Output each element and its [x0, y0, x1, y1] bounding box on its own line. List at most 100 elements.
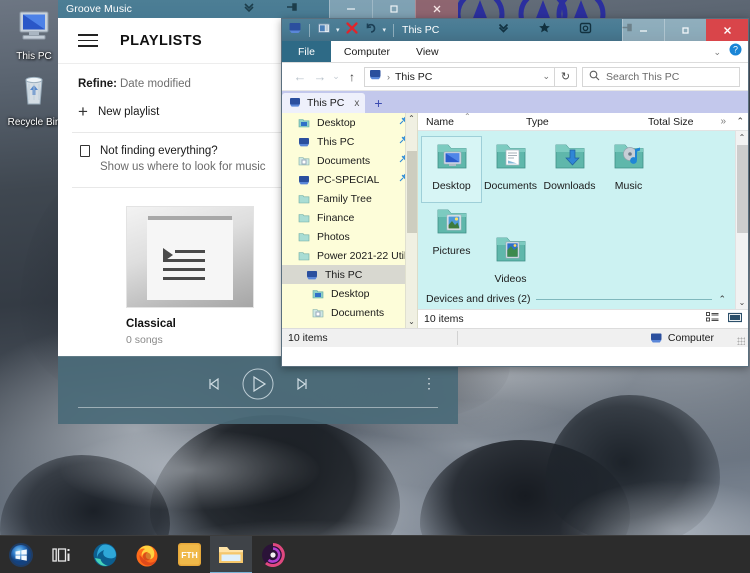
tree-item-photos[interactable]: Photos [282, 227, 417, 246]
file-item-videos[interactable]: Videos [481, 230, 540, 295]
delete-icon[interactable] [345, 21, 359, 40]
scroll-down-icon[interactable]: ⌄ [406, 316, 417, 328]
file-list[interactable]: Desktop Documents Downloads Music Pictur… [418, 131, 748, 309]
file-list-scrollbar[interactable]: ⌃ ⌄ [735, 131, 748, 309]
groove-titlebar[interactable]: Groove Music [58, 0, 458, 18]
firefox-icon [136, 545, 158, 566]
group-header-label: Devices and drives (2) [426, 293, 531, 305]
inner-status-bar: 10 items [418, 309, 748, 328]
back-arrow-icon[interactable]: ← [290, 69, 310, 84]
collapse-ribbon-icon[interactable] [497, 21, 510, 39]
refresh-button[interactable]: ↻ [555, 66, 577, 87]
file-item-pictures[interactable]: Pictures [422, 202, 481, 295]
file-item-downloads[interactable]: Downloads [540, 137, 599, 202]
groove-close-button[interactable] [415, 0, 458, 18]
scrollbar-thumb[interactable] [737, 145, 748, 233]
tree-item-desktop-child[interactable]: Desktop [282, 284, 417, 303]
previous-icon[interactable] [205, 375, 223, 398]
ribbon-tab-file[interactable]: File [282, 41, 331, 62]
desktop-icon-this-pc[interactable]: This PC [2, 8, 66, 62]
column-header-type[interactable]: Type [518, 116, 640, 128]
tree-item-documents[interactable]: Documents [282, 151, 417, 170]
search-input[interactable]: Search This PC [582, 66, 740, 87]
documents-icon [312, 308, 324, 317]
explorer-titlebar[interactable]: ▾ ▾ This PC [282, 19, 748, 41]
tree-item-this-pc[interactable]: This PC [282, 132, 417, 151]
help-icon[interactable]: ? [729, 43, 742, 61]
history-icon[interactable] [579, 21, 592, 39]
chevron-down-icon[interactable]: ▾ [336, 26, 340, 34]
scroll-up-icon[interactable]: ⌃ [736, 131, 748, 144]
next-icon[interactable] [293, 375, 311, 398]
tab-this-pc[interactable]: This PC x [282, 93, 366, 113]
pin-icon[interactable] [285, 0, 297, 18]
undo-icon[interactable] [364, 21, 378, 40]
favorites-icon[interactable] [538, 21, 551, 39]
play-icon[interactable] [241, 367, 275, 406]
tree-item-this-pc-selected[interactable]: This PC [282, 265, 417, 284]
resize-grip[interactable] [737, 337, 745, 345]
tree-item-finance[interactable]: Finance [282, 208, 417, 227]
collapse-group-icon[interactable]: ⌃ [718, 294, 726, 305]
group-header-devices-and-drives[interactable]: Devices and drives (2) ⌃ [426, 293, 726, 305]
tree-item-family-tree[interactable]: Family Tree [282, 189, 417, 208]
start-button[interactable] [0, 536, 42, 573]
ribbon-tab-computer[interactable]: Computer [331, 41, 403, 62]
task-view-button[interactable] [42, 536, 84, 573]
new-tab-button[interactable]: + [365, 93, 391, 113]
scrollbar-thumb[interactable] [407, 151, 417, 233]
file-item-documents[interactable]: Documents [481, 137, 540, 202]
scroll-up-icon[interactable]: ⌃ [406, 113, 417, 125]
up-arrow-icon[interactable]: ↑ [342, 70, 362, 84]
breadcrumb-separator: › [387, 71, 390, 82]
groove-maximize-button[interactable] [372, 0, 415, 18]
details-view-icon[interactable] [706, 312, 719, 326]
column-header-total-size[interactable]: Total Size [640, 116, 748, 128]
column-overflow-icon[interactable]: » [720, 116, 726, 127]
chevron-down-icon[interactable]: ⌄ [713, 47, 721, 58]
status-divider [457, 331, 458, 345]
tab-close-icon[interactable]: x [354, 98, 359, 109]
chevron-down-icon[interactable]: ⌄ [542, 71, 550, 82]
fth-button[interactable]: FTH [168, 536, 210, 573]
column-header-name[interactable]: Name ⌃ [418, 112, 518, 128]
breadcrumb-this-pc[interactable]: This PC [395, 71, 432, 83]
this-pc-icon [299, 175, 309, 184]
playlist-tile[interactable] [126, 206, 254, 308]
scroll-up-icon[interactable]: ⌃ [736, 116, 744, 127]
properties-icon[interactable] [317, 21, 331, 40]
explorer-minimize-button[interactable] [622, 19, 664, 41]
edge-button[interactable] [84, 536, 126, 573]
explorer-close-button[interactable] [706, 19, 748, 41]
desktop-icon-recycle-bin[interactable]: Recycle Bin [2, 70, 66, 128]
refine-value[interactable]: Date modified [120, 78, 191, 90]
explorer-maximize-button[interactable] [664, 19, 706, 41]
this-pc-icon [299, 137, 309, 146]
file-name: Downloads [543, 180, 596, 192]
tree-item-power-utilities[interactable]: Power 2021-22 Utili [282, 246, 417, 265]
customize-icon[interactable]: ▾ [383, 26, 387, 34]
firefox-button[interactable] [126, 536, 168, 573]
file-explorer-button[interactable] [210, 535, 252, 573]
tree-item-desktop[interactable]: Desktop [282, 113, 417, 132]
seek-bar[interactable] [78, 407, 438, 408]
file-item-desktop[interactable]: Desktop [421, 136, 482, 203]
hamburger-icon[interactable] [78, 33, 98, 48]
scroll-down-icon[interactable]: ⌄ [736, 296, 748, 309]
groove-minimize-button[interactable] [329, 0, 372, 18]
groove-music-button[interactable] [252, 536, 294, 573]
collapse-icon[interactable] [243, 0, 255, 18]
forward-arrow-icon[interactable]: → [310, 69, 330, 84]
ribbon-tab-view[interactable]: View [403, 41, 452, 62]
large-icons-view-icon[interactable] [727, 312, 743, 326]
navigation-pane-scrollbar[interactable]: ⌃ ⌄ [405, 113, 417, 328]
taskbar: FTH [0, 535, 750, 573]
this-pc-icon[interactable] [288, 21, 302, 40]
file-item-music[interactable]: Music [599, 137, 658, 202]
tree-item-documents-child[interactable]: Documents [282, 303, 417, 322]
tree-item-pc-special[interactable]: PC-SPECIAL [282, 170, 417, 189]
videos-folder-icon [496, 237, 525, 262]
recent-dropdown-icon[interactable]: ⌄ [330, 71, 342, 82]
address-path-box[interactable]: › This PC ⌄ [364, 66, 555, 87]
player-more-button[interactable]: ⋮ [422, 375, 438, 392]
